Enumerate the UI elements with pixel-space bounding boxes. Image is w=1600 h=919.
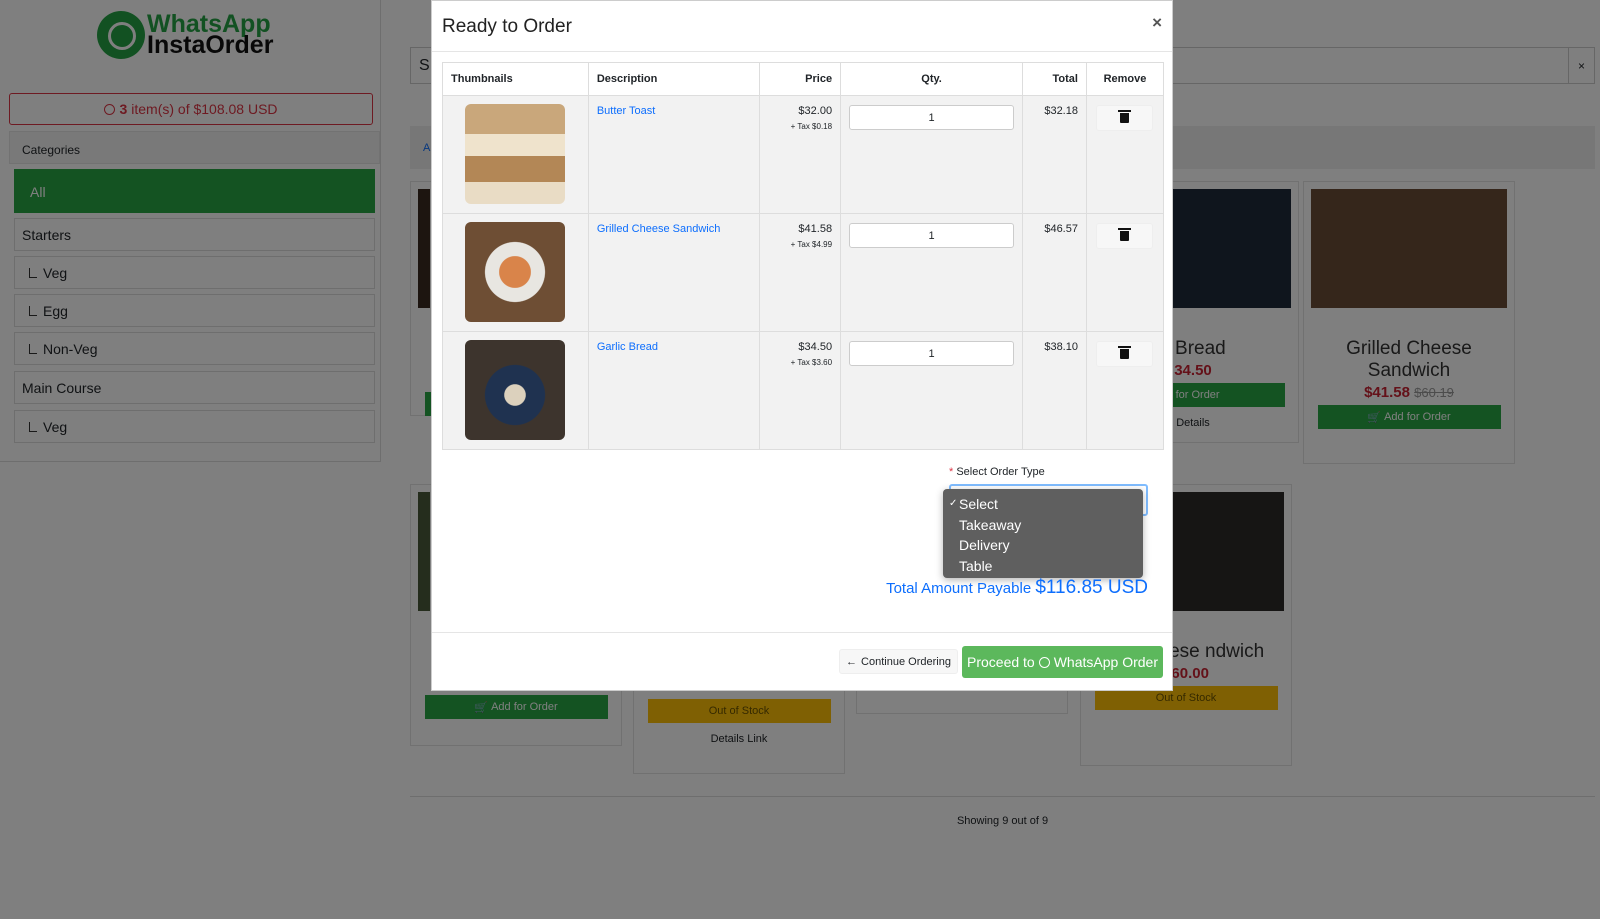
required-mark: * — [949, 466, 954, 478]
whatsapp-icon — [1038, 656, 1050, 668]
item-price: $41.58 — [798, 223, 833, 235]
order-table: Thumbnails Description Price Qty. Total … — [442, 62, 1165, 450]
trash-icon — [1118, 228, 1132, 241]
product-link[interactable]: Butter Toast — [597, 105, 656, 117]
column-header-qty: Qty. — [840, 62, 1024, 96]
modal-title: Ready to Order — [442, 16, 572, 37]
garlic-bread-image — [465, 340, 566, 440]
proceed-to-whatsapp-button[interactable]: Proceed to WhatsApp Order — [962, 646, 1163, 678]
column-header-description: Description — [587, 62, 761, 96]
column-header-price: Price — [759, 62, 842, 96]
butter-toast-image — [465, 104, 566, 204]
column-header-total: Total — [1022, 62, 1087, 96]
table-header-row: Thumbnails Description Price Qty. Total … — [442, 62, 1165, 96]
modal-header: Ready to Order × — [432, 1, 1172, 52]
table-row: Butter Toast $32.00 + Tax $0.18 1 $32.18 — [442, 95, 1165, 214]
table-row: Garlic Bread $34.50 + Tax $3.60 1 $38.10 — [442, 331, 1165, 450]
modal-footer-divider — [432, 632, 1172, 633]
order-type-option-table[interactable]: Table — [943, 556, 1143, 577]
remove-item-button[interactable] — [1096, 105, 1154, 131]
total-amount-value: $116.85 USD — [1035, 577, 1148, 598]
product-link[interactable]: Grilled Cheese Sandwich — [597, 223, 721, 235]
item-total: $46.57 — [1022, 213, 1087, 332]
order-type-option-takeaway[interactable]: Takeaway — [943, 515, 1143, 536]
remove-item-button[interactable] — [1096, 341, 1154, 367]
item-tax: + Tax $4.99 — [790, 240, 833, 249]
item-tax: + Tax $0.18 — [790, 122, 833, 131]
item-price: $32.00 — [798, 105, 833, 117]
close-icon[interactable]: × — [1152, 13, 1162, 33]
quantity-input[interactable]: 1 — [849, 223, 1015, 248]
product-link[interactable]: Garlic Bread — [597, 341, 658, 353]
remove-item-button[interactable] — [1096, 223, 1154, 249]
column-header-remove: Remove — [1085, 62, 1165, 96]
grilled-cheese-image — [465, 222, 566, 322]
trash-icon — [1118, 346, 1132, 359]
trash-icon — [1118, 110, 1132, 123]
item-total: $38.10 — [1022, 331, 1087, 450]
item-total: $32.18 — [1022, 95, 1087, 214]
order-type-option-delivery[interactable]: Delivery — [943, 535, 1143, 556]
item-price: $34.50 — [798, 341, 833, 353]
arrow-left-icon: ← — [846, 655, 858, 668]
quantity-input[interactable]: 1 — [849, 105, 1015, 130]
order-modal: Ready to Order × Thumbnails Description … — [431, 0, 1173, 691]
item-tax: + Tax $3.60 — [790, 358, 833, 367]
table-row: Grilled Cheese Sandwich $41.58 + Tax $4.9… — [442, 213, 1165, 332]
column-header-thumbnails: Thumbnails — [442, 62, 589, 96]
check-icon: ✓ — [949, 498, 958, 509]
total-amount-payable: Total Amount Payable $116.85 USD — [886, 577, 1148, 598]
order-type-dropdown: ✓ Select Takeaway Delivery Table — [943, 489, 1143, 578]
order-type-label: * Select Order Type — [949, 466, 1045, 478]
continue-ordering-button[interactable]: ← Continue Ordering — [839, 649, 958, 674]
quantity-input[interactable]: 1 — [849, 341, 1015, 366]
order-type-option-select[interactable]: ✓ Select — [943, 494, 1143, 515]
